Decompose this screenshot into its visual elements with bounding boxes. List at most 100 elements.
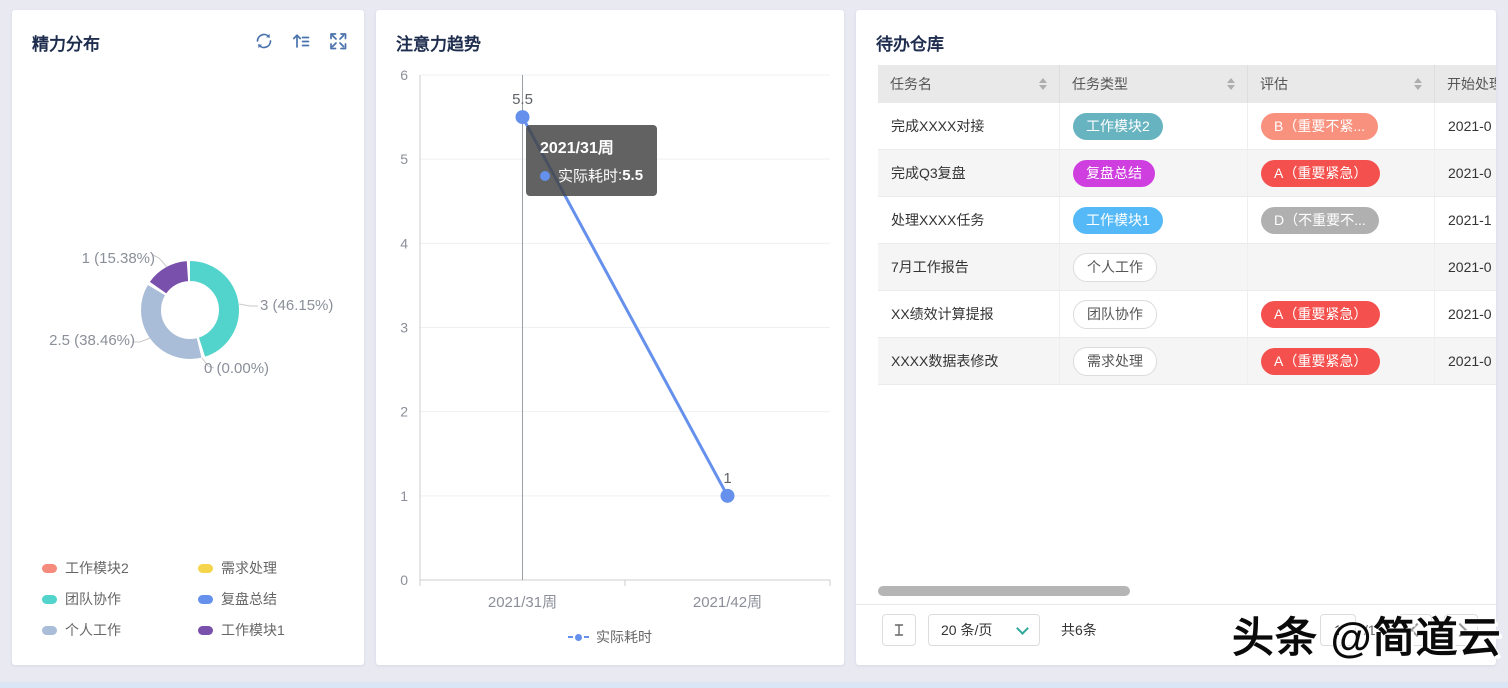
task-type-cell: 工作模块1 [1060,197,1248,243]
legend-marker-icon [198,626,213,635]
pie-slice-label: 0 (0.00%) [204,360,269,377]
legend-marker-icon [42,626,57,635]
data-point[interactable] [516,110,530,124]
column-header-label: 任务名 [890,74,932,94]
panel-attention-trend: 注意力趋势 0 1 2 3 4 5 6 2021/31周 2021/42周 5.5 1 2021/3… [376,10,844,665]
column-header-label: 评估 [1260,74,1288,94]
table-row[interactable]: XXXX数据表修改 需求处理 A（重要紧急） 2021-0 [878,338,1496,385]
legend-label: 工作模块2 [65,558,129,578]
sort-icon[interactable] [1414,78,1422,90]
donut-chart[interactable] [12,160,364,420]
line-legend-item[interactable]: 实际耗时 [376,627,844,647]
column-header-label: 开始处理 [1447,74,1496,94]
legend-label: 复盘总结 [221,589,277,609]
row-height-button[interactable] [882,614,916,646]
task-type-cell: 团队协作 [1060,291,1248,337]
panel-todo-warehouse: 待办仓库 任务名 任务类型 评估 开始处理 完成XXXX对接 工作模块2 B（重… [856,10,1496,665]
dashboard: 精力分布 [0,0,1508,688]
tag-pill: 工作模块1 [1073,207,1163,234]
legend-marker-icon [198,564,213,573]
y-axis-tick-label: 4 [400,235,408,251]
column-header[interactable]: 任务类型 [1060,65,1248,103]
task-date-cell: 2021-0 [1435,103,1496,149]
task-eval-cell: A（重要紧急） [1248,150,1435,196]
legend-item[interactable]: 工作模块2 [42,558,198,578]
todo-table: 任务名 任务类型 评估 开始处理 完成XXXX对接 工作模块2 B（重要不紧..… [878,65,1496,385]
panel-title: 注意力趋势 [396,30,481,55]
sort-ascending-icon[interactable] [291,31,311,51]
point-value-label: 5.5 [512,91,533,108]
legend-marker-icon [198,595,213,604]
tag-pill: B（重要不紧... [1261,113,1378,140]
task-eval-cell: A（重要紧急） [1248,291,1435,337]
legend-label: 团队协作 [65,589,121,609]
task-date-cell: 2021-1 [1435,197,1496,243]
legend-item[interactable]: 需求处理 [198,558,354,578]
sort-icon[interactable] [1227,78,1235,90]
table-row[interactable]: 完成XXXX对接 工作模块2 B（重要不紧... 2021-0 [878,103,1496,150]
tag-pill: D（不重要不... [1261,207,1379,234]
legend-item[interactable]: 工作模块1 [198,620,354,640]
x-axis-tick-label: 2021/42周 [693,594,762,611]
column-header[interactable]: 任务名 [878,65,1060,103]
y-axis-tick-label: 1 [400,488,408,504]
task-type-cell: 需求处理 [1060,338,1248,384]
legend-item[interactable]: 团队协作 [42,589,198,609]
column-header[interactable]: 开始处理 [1435,65,1496,103]
tag-pill: A（重要紧急） [1261,301,1380,328]
task-date-cell: 2021-0 [1435,244,1496,290]
task-type-cell: 工作模块2 [1060,103,1248,149]
task-date-cell: 2021-0 [1435,338,1496,384]
task-type-cell: 个人工作 [1060,244,1248,290]
pie-slice-label: 3 (46.15%) [260,297,333,314]
bottom-strip [0,682,1508,688]
table-body: 完成XXXX对接 工作模块2 B（重要不紧... 2021-0 完成Q3复盘 复… [878,103,1496,385]
column-header-label: 任务类型 [1072,74,1128,94]
legend-marker-icon [42,564,57,573]
task-name-cell: 完成XXXX对接 [878,103,1060,149]
legend-item[interactable]: 个人工作 [42,620,198,640]
y-axis-tick-label: 3 [400,320,408,336]
panel-title: 精力分布 [32,30,100,55]
page-size-select[interactable]: 20 条/页 [928,614,1040,646]
horizontal-scrollbar-thumb[interactable] [878,586,1130,596]
point-value-label: 1 [723,470,731,487]
x-axis-tick-label: 2021/31周 [488,594,557,611]
y-axis-tick-label: 5 [400,151,408,167]
chevron-down-icon [1016,622,1029,635]
total-count-label: 共6条 [1061,605,1097,655]
panel-toolbar [254,31,348,51]
y-axis-tick-label: 6 [400,67,408,83]
panel-energy-distribution: 精力分布 [12,10,364,665]
task-name-cell: 处理XXXX任务 [878,197,1060,243]
table-row[interactable]: 7月工作报告 个人工作 2021-0 [878,244,1496,291]
watermark: 头条 @简道云 [1232,604,1502,665]
table-row[interactable]: XX绩效计算提报 团队协作 A（重要紧急） 2021-0 [878,291,1496,338]
column-header[interactable]: 评估 [1248,65,1435,103]
line-series [523,117,728,496]
task-name-cell: XXXX数据表修改 [878,338,1060,384]
line-chart[interactable]: 0 1 2 3 4 5 6 2021/31周 2021/42周 5.5 1 [376,60,844,620]
tag-pill: A（重要紧急） [1261,348,1380,375]
task-name-cell: 完成Q3复盘 [878,150,1060,196]
task-date-cell: 2021-0 [1435,150,1496,196]
line-legend-marker-icon [568,634,589,641]
y-axis-tick-label: 0 [400,572,408,588]
fullscreen-icon[interactable] [328,31,348,51]
page-size-value: 20 条/页 [941,620,992,640]
task-name-cell: XX绩效计算提报 [878,291,1060,337]
refresh-icon[interactable] [254,31,274,51]
y-axis-tick-label: 2 [400,404,408,420]
table-header-row: 任务名 任务类型 评估 开始处理 [878,65,1496,103]
sort-icon[interactable] [1039,78,1047,90]
legend-item[interactable]: 复盘总结 [198,589,354,609]
table-row[interactable]: 处理XXXX任务 工作模块1 D（不重要不... 2021-1 [878,197,1496,244]
legend-marker-icon [42,595,57,604]
line-legend-label: 实际耗时 [596,627,652,647]
table-row[interactable]: 完成Q3复盘 复盘总结 A（重要紧急） 2021-0 [878,150,1496,197]
tag-pill: 团队协作 [1073,300,1157,329]
data-point[interactable] [721,489,735,503]
task-eval-cell [1248,244,1435,290]
tag-pill: A（重要紧急） [1261,160,1380,187]
task-eval-cell: D（不重要不... [1248,197,1435,243]
